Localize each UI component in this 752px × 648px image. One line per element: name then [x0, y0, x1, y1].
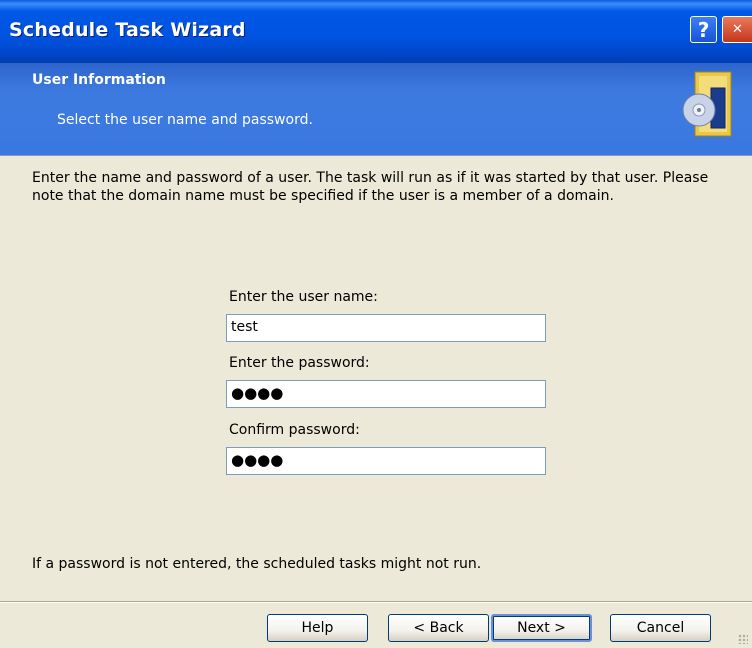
username-label: Enter the user name:: [229, 289, 378, 305]
footer-divider-highlight: [0, 602, 752, 603]
password-note: If a password is not entered, the schedu…: [32, 556, 482, 572]
password-label: Enter the password:: [229, 355, 370, 371]
title-bar[interactable]: Schedule Task Wizard ? ✕: [0, 0, 752, 63]
window-title: Schedule Task Wizard: [9, 19, 246, 41]
resize-grip[interactable]: [738, 634, 748, 644]
next-button[interactable]: Next >: [491, 614, 592, 642]
password-field[interactable]: ●●●●: [226, 380, 546, 408]
username-field[interactable]: test: [226, 314, 546, 342]
title-close-button[interactable]: ✕: [722, 16, 752, 43]
intro-text: Enter the name and password of a user. T…: [32, 170, 709, 204]
confirm-password-field[interactable]: ●●●●: [226, 447, 546, 475]
header-subtitle: Select the user name and password.: [57, 112, 313, 128]
header-divider: [0, 155, 752, 156]
cancel-button[interactable]: Cancel: [610, 614, 711, 642]
title-help-button[interactable]: ?: [690, 16, 717, 43]
confirm-password-label: Confirm password:: [229, 422, 360, 438]
scheduled-task-folder-icon: [682, 71, 732, 137]
header-title: User Information: [32, 72, 166, 88]
back-button[interactable]: < Back: [388, 614, 489, 642]
schedule-task-wizard-window: Schedule Task Wizard ? ✕ User Informatio…: [0, 0, 752, 648]
help-button[interactable]: Help: [267, 614, 368, 642]
